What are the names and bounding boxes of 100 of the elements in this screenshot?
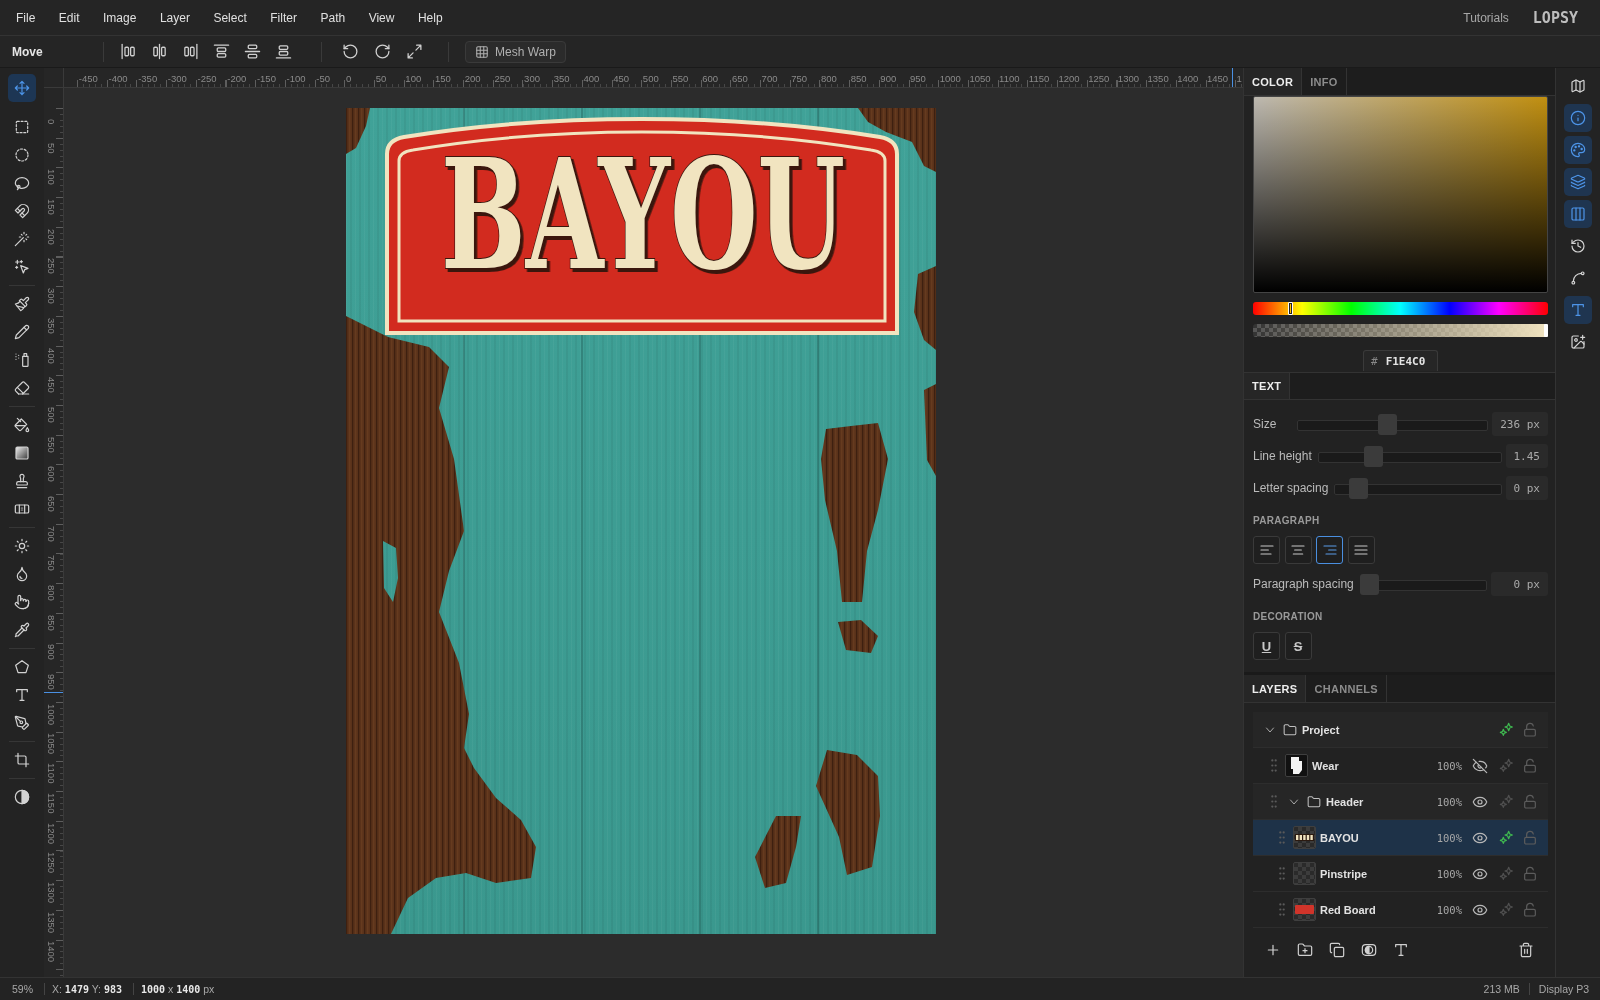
- menu-item[interactable]: View: [368, 10, 395, 25]
- panel-toggle-button[interactable]: [1564, 136, 1592, 164]
- crop-icon: [14, 752, 30, 768]
- menu-item[interactable]: Image: [103, 10, 137, 25]
- panel-tab[interactable]: LAYERS: [1244, 675, 1307, 702]
- ruler-label: 750: [46, 555, 57, 572]
- underline-button[interactable]: U: [1253, 632, 1280, 660]
- ruler-label: 600: [46, 466, 57, 483]
- ruler-label: 1150: [46, 792, 57, 814]
- color-field[interactable]: [1253, 96, 1548, 293]
- hue-slider-thumb[interactable]: [1287, 302, 1293, 315]
- panel-tab[interactable]: CHANNELS: [1306, 675, 1387, 702]
- panel-toggle-button[interactable]: [1564, 200, 1592, 228]
- ruler-label: 1100: [999, 73, 1020, 84]
- menu-item[interactable]: Select: [213, 10, 247, 25]
- menu-item[interactable]: Layer: [159, 10, 190, 25]
- ruler-label: 1050: [46, 733, 57, 755]
- align-text-left-button[interactable]: [1253, 536, 1280, 564]
- alpha-slider-thumb[interactable]: [1544, 324, 1548, 337]
- drag-handle-icon[interactable]: [1279, 831, 1285, 844]
- value-field[interactable]: 0 px: [1491, 572, 1548, 596]
- magnet-icon: [14, 203, 30, 219]
- panel-tab[interactable]: TEXT: [1244, 373, 1291, 399]
- text-align-left-icon: [1258, 542, 1275, 558]
- layer-row[interactable]: BAYOU 100%: [1253, 820, 1548, 856]
- sparkle-icon[interactable]: [1498, 721, 1514, 738]
- layer-row[interactable]: Project: [1253, 712, 1548, 748]
- mesh-warp-button[interactable]: Mesh Warp: [465, 40, 566, 63]
- map-icon: [1570, 78, 1586, 94]
- eye-off-icon[interactable]: [1472, 757, 1488, 774]
- drop-icon: [14, 566, 30, 582]
- ruler-label: 450: [613, 73, 630, 84]
- ruler-label: 600: [702, 73, 719, 84]
- ruler-label: 1250: [46, 852, 57, 874]
- panel-toggle-button[interactable]: [1564, 296, 1592, 324]
- ruler-label: 950: [910, 73, 926, 84]
- text-align-center-icon: [1290, 542, 1306, 558]
- ruler-label: 650: [46, 495, 57, 512]
- menu-item[interactable]: Edit: [58, 10, 80, 25]
- value-field[interactable]: 236 px: [1492, 412, 1548, 436]
- strikethrough-button[interactable]: S: [1284, 632, 1312, 660]
- align-text-center-button[interactable]: [1284, 536, 1312, 564]
- layer-name: Pinstripe: [1320, 867, 1369, 880]
- section-heading: PARAGRAPH: [1253, 514, 1321, 528]
- panel-toggle-button[interactable]: [1564, 104, 1592, 132]
- slider-track[interactable]: [1334, 477, 1502, 499]
- value-field[interactable]: 0 px: [1505, 476, 1548, 500]
- slider-thumb[interactable]: [1359, 573, 1379, 595]
- ruler-label: 50: [375, 73, 387, 84]
- drag-handle-icon[interactable]: [1279, 867, 1285, 880]
- memory-usage: 213 MB: [1483, 983, 1520, 995]
- layer-row[interactable]: Header 100%: [1253, 784, 1548, 820]
- slider-track[interactable]: [1297, 413, 1489, 435]
- panel-toggle-button[interactable]: [1564, 168, 1592, 196]
- sun-icon: [14, 538, 30, 554]
- slider-label: Size: [1253, 417, 1278, 431]
- curve-path-icon: [1570, 270, 1586, 286]
- pencil-icon: [14, 324, 30, 340]
- ruler-label: 300: [524, 73, 540, 84]
- align-text-right-button[interactable]: [1316, 536, 1343, 564]
- ruler-label: 50: [46, 143, 57, 154]
- menu-item[interactable]: File: [16, 10, 36, 25]
- panel-tab[interactable]: INFO: [1302, 68, 1347, 95]
- slider-track[interactable]: [1359, 573, 1487, 595]
- unlock-icon[interactable]: [1522, 757, 1538, 774]
- ruler-label: 1200: [1058, 73, 1080, 84]
- layer-name: Wear: [1312, 759, 1340, 772]
- ruler-label: 150: [46, 199, 57, 215]
- alpha-slider[interactable]: [1253, 324, 1548, 337]
- ruler-label: 100: [405, 73, 422, 84]
- hex-field[interactable]: # F1E4C0: [1363, 350, 1438, 371]
- menu-item[interactable]: Filter: [270, 10, 297, 25]
- layer-opacity: 100%: [1435, 759, 1462, 772]
- drag-handle-icon[interactable]: [1271, 795, 1277, 808]
- unlock-icon[interactable]: [1522, 865, 1538, 882]
- app-logo: LOPSY: [1532, 8, 1578, 27]
- menu-item[interactable]: Help: [417, 10, 443, 25]
- slider-thumb[interactable]: [1377, 413, 1397, 435]
- panel-tab[interactable]: COLOR: [1244, 68, 1303, 95]
- layer-name: BAYOU: [1320, 831, 1360, 844]
- menu-item[interactable]: Path: [320, 10, 346, 25]
- value-field[interactable]: 1.45: [1505, 444, 1548, 468]
- justify-text-button[interactable]: [1347, 536, 1375, 564]
- slider-track[interactable]: [1317, 445, 1502, 467]
- hue-slider[interactable]: [1253, 302, 1548, 315]
- slider-thumb[interactable]: [1363, 445, 1383, 467]
- drag-handle-icon[interactable]: [1279, 903, 1285, 916]
- ruler-label: 300: [46, 288, 57, 304]
- slider-label: Line height: [1253, 449, 1312, 463]
- ruler-label: 1150: [1028, 73, 1050, 84]
- drag-handle-icon[interactable]: [1271, 759, 1277, 772]
- unlock-icon[interactable]: [1522, 901, 1538, 918]
- align-center-icon: [150, 43, 168, 60]
- ruler-label: 900: [880, 73, 897, 84]
- eyedropper-icon: [14, 622, 30, 638]
- text-icon: [1570, 302, 1586, 318]
- tutorials-link[interactable]: Tutorials: [1463, 10, 1509, 25]
- slider-thumb[interactable]: [1349, 477, 1369, 499]
- ruler-label: 1200: [46, 822, 57, 844]
- sparkle-icon[interactable]: [1498, 829, 1514, 846]
